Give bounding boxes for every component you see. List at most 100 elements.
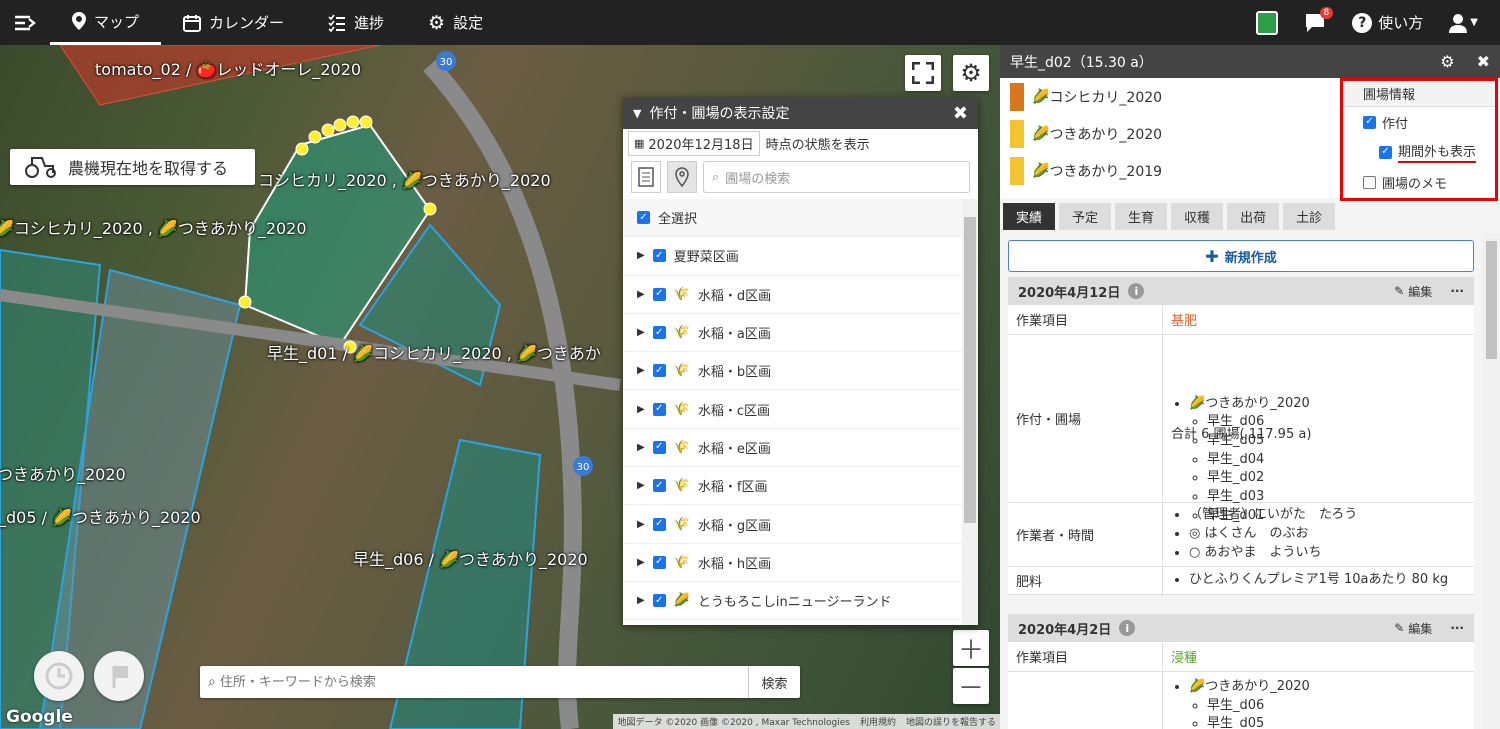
- work-item-value: 浸種: [1171, 651, 1198, 666]
- nav-tab-map[interactable]: マップ: [50, 0, 162, 45]
- field-search-input[interactable]: ⌕ 圃場の検索: [703, 161, 970, 193]
- tree-group-row[interactable]: ▶ ✓ 🌾 水稲・b区画: [623, 352, 978, 391]
- tree-scrollbar-thumb[interactable]: [964, 217, 976, 523]
- map-view-tab[interactable]: [667, 161, 697, 193]
- tree-group-row[interactable]: ▶ ✓ 🌾 水稲・e区画: [623, 429, 978, 468]
- expand-caret-icon[interactable]: ▶: [637, 327, 645, 338]
- history-button[interactable]: [34, 651, 84, 701]
- nav-tab-calendar[interactable]: カレンダー: [161, 0, 306, 45]
- record-header: 2020年4月12日 i ✎ 編集 ···: [1008, 277, 1474, 305]
- nav-tab-settings[interactable]: ⚙ 設定: [406, 0, 505, 45]
- out-of-period-checkbox[interactable]: ✓: [1379, 145, 1392, 159]
- edit-button[interactable]: ✎ 編集: [1394, 283, 1432, 300]
- group-label: 水稲・h区画: [697, 556, 772, 572]
- tree-group-row[interactable]: ▶ ✓ 🌾 水稲・h区画: [623, 544, 978, 582]
- group-checkbox[interactable]: ✓: [652, 517, 666, 531]
- list-view-tab[interactable]: [631, 161, 661, 193]
- zoom-out-button[interactable]: －: [953, 668, 989, 704]
- group-checkbox[interactable]: ✓: [652, 364, 666, 378]
- map-field-label[interactable]: コシヒカリ_2020 , 🌽つきあかり_2020: [258, 167, 551, 191]
- close-icon[interactable]: ✖: [953, 103, 968, 124]
- memo-option[interactable]: 圃場のメモ: [1343, 167, 1495, 197]
- map-field-label[interactable]: つきあかり_2020: [0, 461, 126, 485]
- group-checkbox[interactable]: ✓: [652, 402, 666, 416]
- expand-caret-icon[interactable]: ▶: [637, 404, 645, 415]
- dialog-header: ▼ 作付・圃場の表示設定 ✖: [623, 97, 978, 129]
- record-header: 2020年4月2日 i ✎ 編集 ···: [1008, 614, 1474, 642]
- group-checkbox[interactable]: ✓: [652, 249, 666, 263]
- tree-group-row[interactable]: ▶ ✓ 🌾 水稲・f区画: [623, 467, 978, 506]
- tab-soil[interactable]: 土診: [1283, 202, 1336, 230]
- close-icon[interactable]: ✖: [1477, 52, 1490, 71]
- collapse-caret-icon[interactable]: ▼: [633, 107, 641, 120]
- map-field-label[interactable]: 早生_d06 / 🌽つきあかり_2020: [353, 546, 588, 570]
- gear-icon[interactable]: ⚙: [1440, 52, 1454, 71]
- expand-caret-icon[interactable]: ▶: [637, 289, 645, 300]
- select-all-checkbox[interactable]: ✓: [637, 211, 650, 225]
- user-menu-button[interactable]: ▼: [1449, 13, 1478, 33]
- more-options-icon[interactable]: ···: [1450, 284, 1464, 298]
- info-icon[interactable]: i: [1119, 620, 1136, 636]
- expand-caret-icon[interactable]: ▶: [637, 519, 645, 530]
- tree-group-row[interactable]: ▶ ✓ 🌽 とうもろこしinニュージーランド: [623, 582, 978, 621]
- date-value: 2020年12月18日: [648, 137, 754, 153]
- expand-caret-icon[interactable]: ▶: [637, 595, 645, 606]
- map-settings-button[interactable]: ⚙: [953, 55, 989, 91]
- terms-link[interactable]: 利用規約: [860, 715, 896, 728]
- report-error-link[interactable]: 地図の誤りを報告する: [906, 715, 996, 728]
- expand-caret-icon[interactable]: ▶: [637, 250, 645, 261]
- new-record-button[interactable]: ✚ 新規作成: [1008, 240, 1474, 272]
- map-field-label[interactable]: tomato_02 / 🍅レッドオーレ_2020: [95, 56, 361, 80]
- get-machine-location-button[interactable]: 農機現在地を取得する: [10, 149, 255, 185]
- record-tabs: 実績 予定 生育 収穫 出荷 土診: [1000, 200, 1500, 232]
- fullscreen-button[interactable]: [905, 55, 941, 91]
- info-icon[interactable]: i: [1128, 283, 1145, 299]
- map-field-label[interactable]: 早生_d01 / 🌽コシヒカリ_2020 , 🌽つきあか: [267, 340, 601, 364]
- tab-growth[interactable]: 生育: [1115, 202, 1168, 230]
- record-row: 作業項目 基肥: [1008, 305, 1474, 335]
- tree-scrollbar[interactable]: [962, 199, 978, 625]
- expand-caret-icon[interactable]: ▶: [637, 557, 645, 568]
- nav-tab-progress[interactable]: 進捗: [306, 0, 406, 45]
- expand-caret-icon[interactable]: ▶: [637, 365, 645, 376]
- address-search-input[interactable]: [215, 667, 748, 697]
- tree-group-row[interactable]: ▶ ✓ 夏野菜区画: [623, 237, 978, 276]
- tab-shipment[interactable]: 出荷: [1227, 202, 1280, 230]
- group-checkbox[interactable]: ✓: [652, 326, 666, 340]
- tree-group-row[interactable]: ▶ ✓ 🌾 水稲・g区画: [623, 505, 978, 544]
- edit-button[interactable]: ✎ 編集: [1394, 620, 1432, 637]
- zoom-in-button[interactable]: ＋: [953, 630, 989, 666]
- expand-caret-icon[interactable]: ▶: [637, 442, 645, 453]
- more-options-icon[interactable]: ···: [1450, 621, 1464, 635]
- group-checkbox[interactable]: ✓: [652, 287, 666, 301]
- group-checkbox[interactable]: ✓: [652, 555, 666, 569]
- menu-toggle-button[interactable]: [0, 0, 50, 45]
- expand-caret-icon[interactable]: ▶: [637, 480, 645, 491]
- spreadsheet-icon[interactable]: [1256, 10, 1279, 35]
- help-button[interactable]: ? 使い方: [1352, 12, 1423, 33]
- question-circle-icon: ?: [1352, 12, 1373, 33]
- date-picker[interactable]: ▦ 2020年12月18日: [628, 130, 760, 156]
- tree-group-row[interactable]: ▶ ✓ 🌾 水稲・d区画: [623, 276, 978, 314]
- notifications-button[interactable]: 8: [1304, 6, 1334, 33]
- map-field-label[interactable]: 🌽コシヒカリ_2020 , 🌽つきあかり_2020: [0, 215, 307, 239]
- group-checkbox[interactable]: ✓: [652, 594, 666, 608]
- tree-group-row[interactable]: ▶ ✓ 🌾 水稲・c区画: [623, 390, 978, 429]
- panel-scrollbar[interactable]: [1483, 233, 1500, 729]
- add-marker-button[interactable]: [94, 651, 144, 701]
- tab-plan[interactable]: 予定: [1059, 202, 1112, 230]
- out-of-period-option[interactable]: ✓ 期間外も表示: [1343, 137, 1495, 167]
- rice-icon: 🌾: [673, 439, 690, 455]
- group-checkbox[interactable]: ✓: [652, 479, 666, 493]
- select-all-row[interactable]: ✓ 全選択: [623, 199, 978, 238]
- memo-checkbox[interactable]: [1363, 175, 1376, 189]
- sakutsuke-option[interactable]: ✓ 作付: [1343, 107, 1495, 137]
- tab-actual[interactable]: 実績: [1003, 202, 1056, 230]
- group-checkbox[interactable]: ✓: [652, 440, 666, 454]
- panel-scrollbar-thumb[interactable]: [1486, 241, 1497, 359]
- sakutsuke-checkbox[interactable]: ✓: [1363, 115, 1376, 129]
- address-search-button[interactable]: 検索: [748, 666, 800, 698]
- map-field-label[interactable]: _d05 / 🌽つきあかり_2020: [0, 504, 201, 528]
- tab-harvest[interactable]: 収穫: [1171, 202, 1224, 230]
- tree-group-row[interactable]: ▶ ✓ 🌾 水稲・a区画: [623, 314, 978, 353]
